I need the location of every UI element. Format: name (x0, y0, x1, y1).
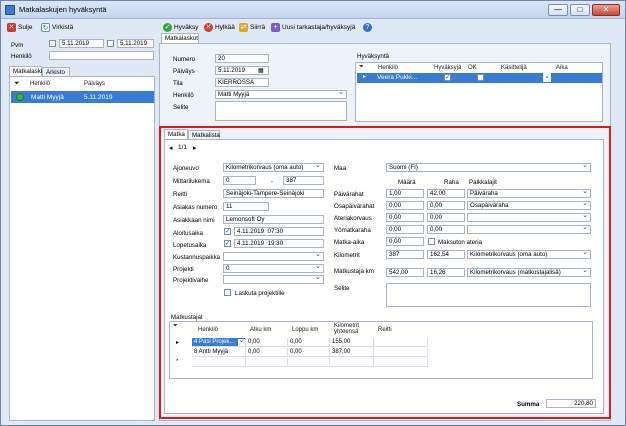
approval-col-person[interactable]: Henkilö (378, 65, 398, 71)
approval-col-time[interactable]: Aika (556, 65, 568, 71)
list-item[interactable]: Matti Myyjä 5.11.2019 (11, 91, 154, 103)
date-filter-label: Pvm (11, 42, 24, 49)
close-window-button[interactable]: ✕ (592, 4, 620, 16)
row-pointer-icon: ▸ (363, 74, 367, 80)
highlight-box (159, 126, 611, 419)
checkmark-icon: ✓ (163, 22, 172, 32)
app-icon (5, 5, 15, 15)
state-label: Tila (173, 80, 183, 87)
close-icon: ✕ (7, 22, 16, 32)
refresh-icon: ↻ (41, 22, 50, 32)
reject-icon: ✕ (204, 22, 213, 32)
move-button[interactable]: ⇄ Siirrä (239, 21, 265, 33)
title-bar: Matkalaskujen hyväksyntä — □ ✕ (1, 1, 625, 19)
approve-label: Hyväksy (174, 23, 199, 31)
approve-button[interactable]: ✓ Hyväksy (163, 21, 199, 33)
move-icon: ⇄ (239, 22, 248, 32)
expense-report-list: ⏷ Henkilö Päiväys Matti Myyjä 5.11.2019 (9, 76, 155, 421)
calendar-icon[interactable]: ▦ (258, 67, 264, 74)
col-header-person[interactable]: Henkilö (30, 81, 50, 87)
maximize-button[interactable]: □ (570, 4, 590, 16)
approval-col-approver[interactable]: Hyväksyjä (434, 65, 461, 71)
list-item-person: Matti Myyjä (31, 94, 64, 101)
state-input: KIERROSSA (215, 78, 269, 87)
col-header-date[interactable]: Päiväys (84, 81, 105, 87)
refresh-label: Virkistä (52, 23, 74, 31)
move-label: Siirrä (250, 23, 266, 31)
person-filter-label: Henkilö (11, 53, 32, 60)
approval-row-person: Veera Pukki... (377, 74, 418, 81)
notes-label: Selite (173, 104, 189, 111)
new-approver-label: Uusi tarkastaja/hyväksyjä (282, 23, 356, 31)
list-item-date: 5.11.2019 (84, 94, 113, 101)
window-title: Matkalaskujen hyväksyntä (19, 5, 107, 14)
refresh-button[interactable]: ↻ Virkistä (41, 21, 73, 33)
date-to-checkbox[interactable] (107, 40, 114, 47)
tab-main-matkalaskut[interactable]: Matkalaskut (161, 33, 199, 43)
approval-filter-icon[interactable]: ⏷ (359, 64, 364, 71)
approval-grid: ⏷ Henkilö Hyväksyjä OK Käsittelijä Aika … (355, 62, 603, 122)
reject-label: Hylkää (215, 23, 235, 31)
new-approver-button[interactable]: + Uusi tarkastaja/hyväksyjä (271, 21, 355, 33)
ok-checkbox[interactable] (477, 74, 484, 81)
number-input[interactable]: 20 (215, 54, 269, 63)
handler-dropdown-icon[interactable]: ⌄ (543, 73, 551, 82)
user-add-icon: + (271, 22, 280, 32)
filter-icon[interactable]: ⏷ (14, 80, 20, 88)
person-filter-input[interactable] (49, 51, 154, 60)
close-button[interactable]: ✕ Sulje (7, 21, 32, 33)
notes-input[interactable] (215, 101, 347, 121)
person-select[interactable]: Matti Myyjä (215, 90, 347, 99)
person-label: Henkilö (173, 92, 194, 99)
approval-col-handler[interactable]: Käsittelijä (501, 65, 527, 71)
date-from-checkbox[interactable] (49, 40, 56, 47)
date-to-input[interactable]: 5.11.2019 (117, 39, 154, 48)
approval-col-ok[interactable]: OK (468, 65, 477, 71)
approver-checkbox[interactable]: ✓ (444, 74, 451, 81)
reject-button[interactable]: ✕ Hylkää (204, 21, 235, 33)
close-label: Sulje (18, 23, 33, 31)
approval-title: Hyväksyntä (357, 53, 389, 60)
status-icon (16, 93, 24, 101)
minimize-button[interactable]: — (548, 4, 568, 16)
approval-row[interactable]: ▸ Veera Pukki... ✓ ⌄ (357, 73, 602, 83)
number-label: Numero (173, 56, 196, 63)
help-icon: ? (363, 22, 372, 32)
date-label: Päiväys (173, 68, 195, 75)
date-from-input[interactable]: 5.11.2019 (59, 39, 104, 48)
app-window: Matkalaskujen hyväksyntä — □ ✕ ✕ Sulje ↻… (0, 0, 626, 426)
help-button[interactable]: ? (363, 21, 372, 33)
tab-matkalaskut[interactable]: Matkalaskut (9, 66, 46, 76)
